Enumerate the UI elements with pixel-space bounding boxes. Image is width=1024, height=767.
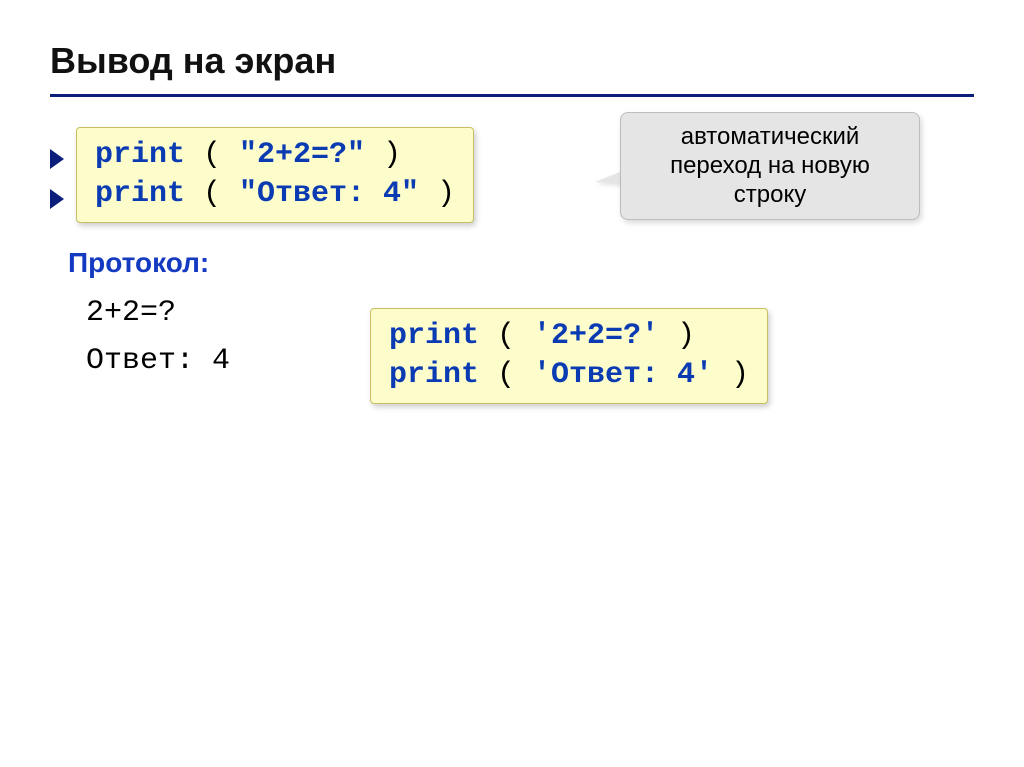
callout-note: автоматический переход на новую строку — [620, 112, 920, 220]
code-block-2: print ( '2+2=?' ) print ( 'Ответ: 4' ) — [370, 308, 768, 404]
punct: ( — [185, 138, 239, 172]
output-line: Ответ: 4 — [86, 344, 230, 378]
string-literal: "Ответ: 4" — [239, 177, 419, 211]
punct: ) — [419, 177, 455, 211]
code-block-1: print ( "2+2=?" ) print ( "Ответ: 4" ) — [76, 127, 474, 223]
punct: ( — [185, 177, 239, 211]
keyword: print — [95, 177, 185, 211]
slide-title: Вывод на экран — [50, 40, 974, 88]
triangle-icon — [50, 149, 64, 169]
slide: Вывод на экран print ( "2+2=?" ) print (… — [0, 0, 1024, 767]
punct: ( — [479, 319, 533, 353]
keyword: print — [389, 319, 479, 353]
output-line: 2+2=? — [86, 296, 176, 330]
string-literal: '2+2=?' — [533, 319, 659, 353]
keyword: print — [389, 358, 479, 392]
punct: ) — [365, 138, 401, 172]
string-literal: 'Ответ: 4' — [533, 358, 713, 392]
protocol-heading: Протокол: — [68, 247, 974, 279]
punct: ( — [479, 358, 533, 392]
punct: ) — [713, 358, 749, 392]
bullet-triangles — [50, 139, 64, 219]
keyword: print — [95, 138, 185, 172]
punct: ) — [659, 319, 695, 353]
triangle-icon — [50, 189, 64, 209]
string-literal: "2+2=?" — [239, 138, 365, 172]
title-underline — [50, 94, 974, 97]
